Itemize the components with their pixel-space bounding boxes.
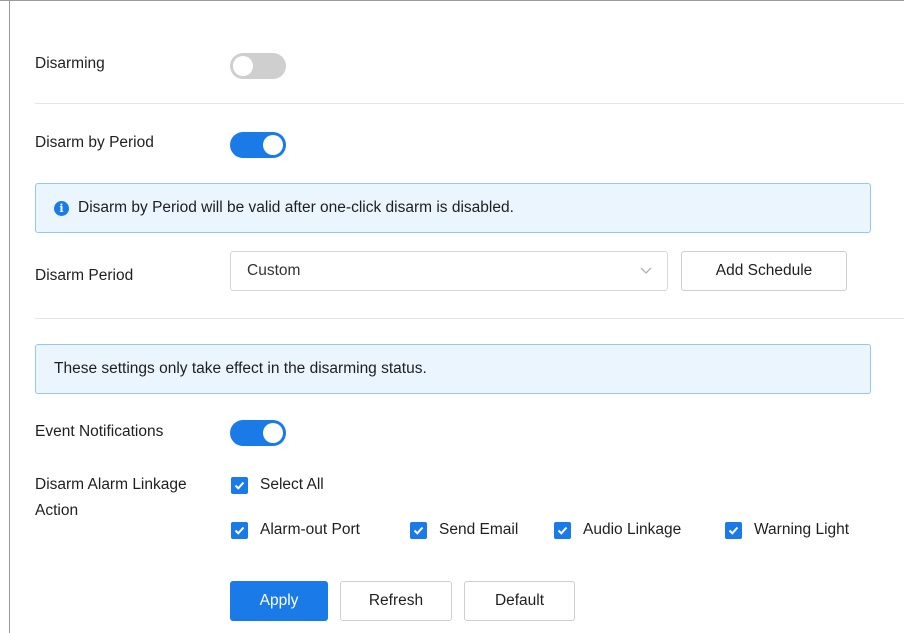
- disarming-label: Disarming: [35, 55, 105, 72]
- disarming-status-notice: These settings only take effect in the d…: [35, 344, 871, 394]
- checkmark-icon: [231, 476, 248, 494]
- linkage-label-line1: Disarm Alarm Linkage: [35, 476, 187, 493]
- chevron-down-icon: [640, 267, 652, 274]
- apply-button[interactable]: Apply: [230, 581, 328, 621]
- audio-linkage-label: Audio Linkage: [583, 521, 682, 538]
- linkage-label-line2: Action: [35, 502, 79, 519]
- event-notifications-label: Event Notifications: [35, 423, 164, 440]
- checkmark-icon: [725, 521, 742, 539]
- notice-text: Disarm by Period will be valid after one…: [78, 199, 514, 216]
- warning-light-checkbox[interactable]: Warning Light: [725, 521, 849, 539]
- refresh-button[interactable]: Refresh: [340, 581, 452, 621]
- disarming-toggle[interactable]: [230, 53, 286, 79]
- toggle-knob: [233, 56, 253, 76]
- select-all-label: Select All: [260, 476, 324, 493]
- window-top-border: [0, 0, 904, 1]
- event-notifications-toggle[interactable]: [230, 420, 286, 446]
- disarm-by-period-label: Disarm by Period: [35, 134, 154, 151]
- section-divider: [35, 318, 904, 319]
- add-schedule-button[interactable]: Add Schedule: [681, 251, 847, 291]
- disarm-period-select[interactable]: Custom: [230, 251, 668, 291]
- select-all-checkbox[interactable]: Select All: [231, 476, 324, 494]
- audio-linkage-checkbox[interactable]: Audio Linkage: [554, 521, 681, 539]
- toggle-knob: [263, 135, 283, 155]
- info-icon: i: [54, 200, 69, 216]
- checkmark-icon: [410, 521, 427, 539]
- checkmark-icon: [554, 521, 571, 539]
- alarm-out-port-label: Alarm-out Port: [260, 521, 360, 538]
- warning-light-label: Warning Light: [754, 521, 850, 538]
- checkmark-icon: [231, 521, 248, 539]
- default-button[interactable]: Default: [464, 581, 575, 621]
- notice-text: These settings only take effect in the d…: [54, 360, 427, 377]
- disarm-by-period-notice: i Disarm by Period will be valid after o…: [35, 183, 871, 233]
- disarm-period-value: Custom: [247, 262, 301, 279]
- send-email-label: Send Email: [439, 521, 519, 538]
- window-left-border: [9, 0, 10, 633]
- send-email-checkbox[interactable]: Send Email: [410, 521, 518, 539]
- alarm-out-port-checkbox[interactable]: Alarm-out Port: [231, 521, 360, 539]
- toggle-knob: [263, 423, 283, 443]
- disarm-period-label: Disarm Period: [35, 267, 134, 284]
- section-divider: [35, 103, 904, 104]
- disarm-by-period-toggle[interactable]: [230, 132, 286, 158]
